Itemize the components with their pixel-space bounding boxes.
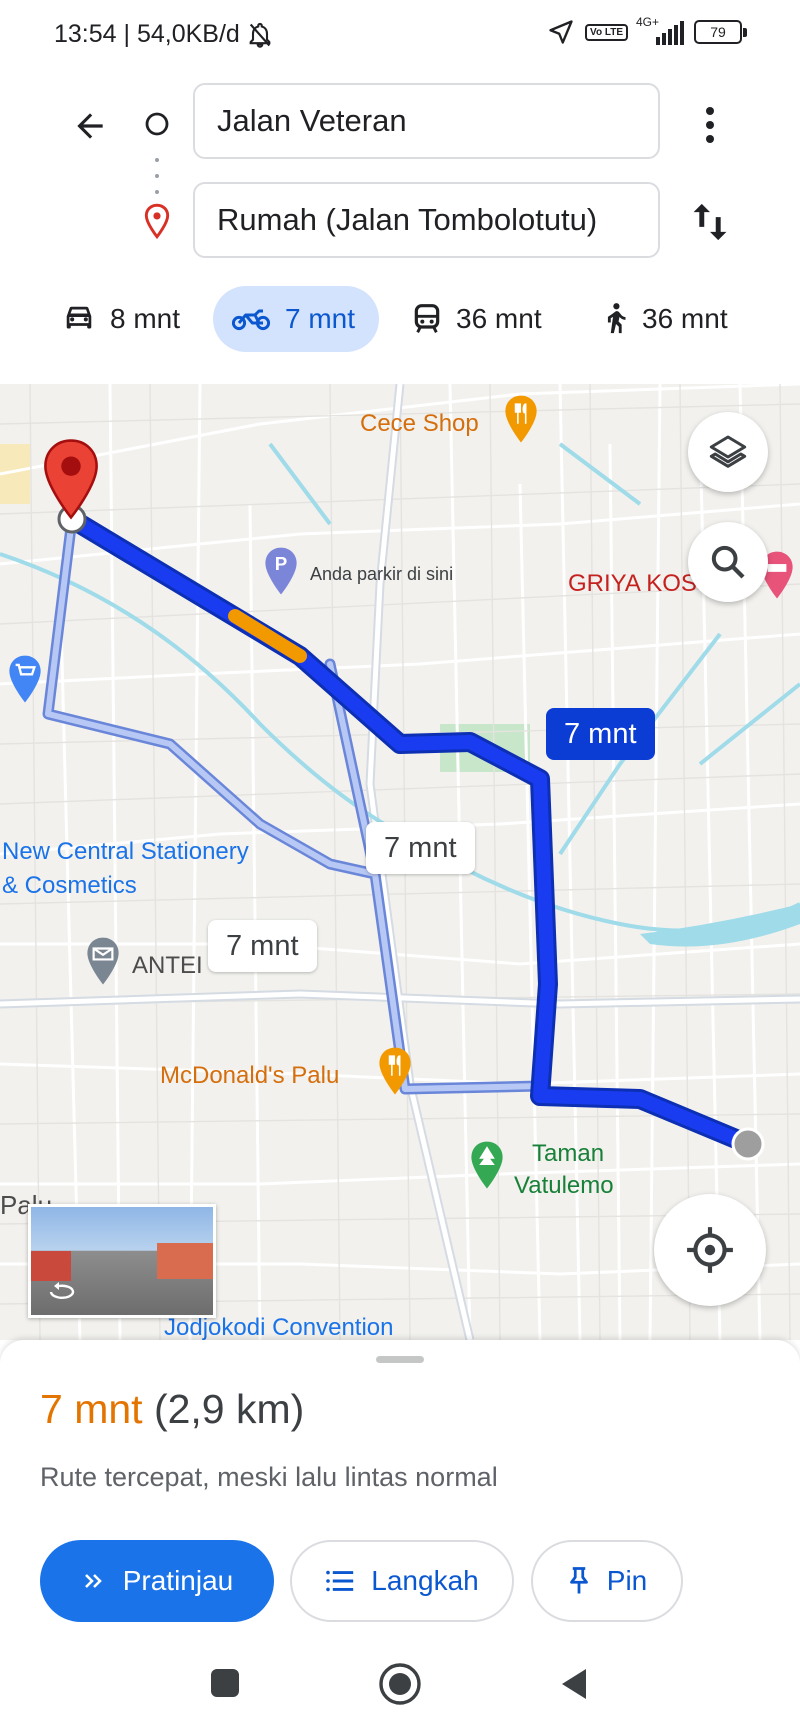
steps-button-label: Langkah <box>371 1565 479 1596</box>
network-type: 4G+ <box>636 15 660 29</box>
street-view-thumbnail[interactable] <box>28 1204 216 1318</box>
more-vert-icon <box>706 107 714 143</box>
my-location-button[interactable] <box>654 1194 766 1306</box>
mail-icon <box>87 937 119 985</box>
tab-motorcycle-label: 7 mnt <box>285 303 356 334</box>
eta-distance: (2,9 km) <box>153 1386 305 1432</box>
route-tag-alt-2[interactable]: 7 mnt <box>208 920 317 972</box>
drag-handle[interactable] <box>376 1356 424 1363</box>
pin-button-label: Pin <box>606 1565 648 1596</box>
more-options-button[interactable] <box>688 100 732 150</box>
poi-parking-label: Anda parkir di sini <box>310 564 454 584</box>
park-tree-icon <box>471 1141 503 1189</box>
tab-walking-label: 36 mnt <box>642 303 728 334</box>
poi-antei[interactable]: ANTEI <box>132 952 203 980</box>
volte-badge: Vo LTE <box>585 23 628 41</box>
bell-off-icon <box>249 22 271 48</box>
route-eta: 7 mnt (2,9 km) <box>40 1386 304 1433</box>
directions-header: Jalan Veteran Rumah (Jalan Tombolotutu) … <box>0 72 800 384</box>
restaurant-icon <box>505 395 537 443</box>
home-circle-icon[interactable] <box>378 1662 422 1706</box>
steps-button[interactable]: Langkah <box>290 1540 514 1622</box>
status-right: Vo LTE 4G+ 79 <box>547 15 747 46</box>
preview-button[interactable]: Pratinjau <box>40 1540 274 1622</box>
signal-icon: 4G+ <box>636 15 684 45</box>
thumb-building <box>157 1243 213 1279</box>
route-tag-alt-1[interactable]: 7 mnt <box>366 822 475 874</box>
route-connector-dots <box>155 158 159 194</box>
tab-motorcycle[interactable]: 7 mnt <box>213 286 379 352</box>
list-icon <box>326 1570 354 1592</box>
motorcycle-icon <box>231 309 271 331</box>
transit-icon <box>414 304 440 333</box>
system-nav-bar <box>0 1640 800 1733</box>
route-summary: Rute tercepat, meski lalu lintas normal <box>40 1462 498 1492</box>
map-view[interactable]: Cece Shop P Anda parkir di sini GRIYA KO… <box>0 384 800 1340</box>
arrow-back-icon <box>77 113 103 139</box>
recents-square-icon[interactable] <box>208 1666 242 1700</box>
destination-map-pin-icon <box>44 439 98 520</box>
poi-taman-line1[interactable]: Taman <box>532 1140 604 1168</box>
location-arrow-icon <box>549 20 573 44</box>
tab-transit[interactable]: 36 mnt <box>394 286 560 352</box>
shopping-cart-icon <box>9 655 41 703</box>
pin-button[interactable]: Pin <box>531 1540 683 1622</box>
parking-icon: P <box>265 547 297 595</box>
preview-button-label: Pratinjau <box>122 1565 234 1596</box>
route-end-marker <box>731 1127 765 1161</box>
battery-icon: 79 <box>694 20 747 44</box>
poi-mcdonalds[interactable]: McDonald's Palu <box>160 1062 339 1090</box>
travel-mode-tabs: 8 mnt 7 mnt 36 mnt 36 mnt <box>0 286 800 354</box>
poi-griya-kos[interactable]: GRIYA KOS <box>568 570 697 598</box>
route-tag-main[interactable]: 7 mnt <box>546 708 655 760</box>
restaurant-icon <box>379 1047 411 1095</box>
tab-driving[interactable]: 8 mnt <box>44 286 198 352</box>
poi-cece-shop[interactable]: Cece Shop <box>360 410 479 438</box>
search-along-route-button[interactable] <box>688 522 768 602</box>
status-left: 13:54 | 54,0KB/d <box>54 20 274 49</box>
walk-icon <box>607 303 626 334</box>
car-icon <box>66 306 92 329</box>
poi-taman-line2[interactable]: Vatulemo <box>514 1172 614 1200</box>
tab-walking[interactable]: 36 mnt <box>584 286 746 352</box>
status-time-speed: 13:54 | 54,0KB/d <box>54 20 240 48</box>
swap-vert-icon <box>693 203 727 241</box>
poi-stationery-line1[interactable]: New Central Stationery <box>2 838 249 866</box>
tab-transit-label: 36 mnt <box>456 303 542 334</box>
svg-text:P: P <box>275 553 288 574</box>
tab-driving-label: 8 mnt <box>110 303 181 334</box>
pin-icon <box>569 1567 588 1594</box>
origin-field[interactable]: Jalan Veteran <box>193 83 660 159</box>
eta-time: 7 mnt <box>40 1386 143 1432</box>
search-icon <box>711 545 745 579</box>
thumb-building <box>31 1251 71 1281</box>
layers-button[interactable] <box>688 412 768 492</box>
destination-field[interactable]: Rumah (Jalan Tombolotutu) <box>193 182 660 258</box>
poi-stationery-line2[interactable]: & Cosmetics <box>2 872 137 900</box>
swap-button[interactable] <box>688 197 732 247</box>
my-location-icon <box>687 1227 733 1273</box>
layers-icon <box>709 435 747 468</box>
status-bar: 13:54 | 54,0KB/d Vo LTE 4G+ 79 <box>0 0 800 72</box>
back-triangle-icon[interactable] <box>558 1666 590 1702</box>
street-view-rotate-icon <box>49 1282 75 1299</box>
origin-circle-icon <box>145 112 169 136</box>
double-chevron-icon <box>84 1574 102 1588</box>
back-button[interactable] <box>66 102 114 150</box>
destination-pin-icon <box>144 203 170 239</box>
